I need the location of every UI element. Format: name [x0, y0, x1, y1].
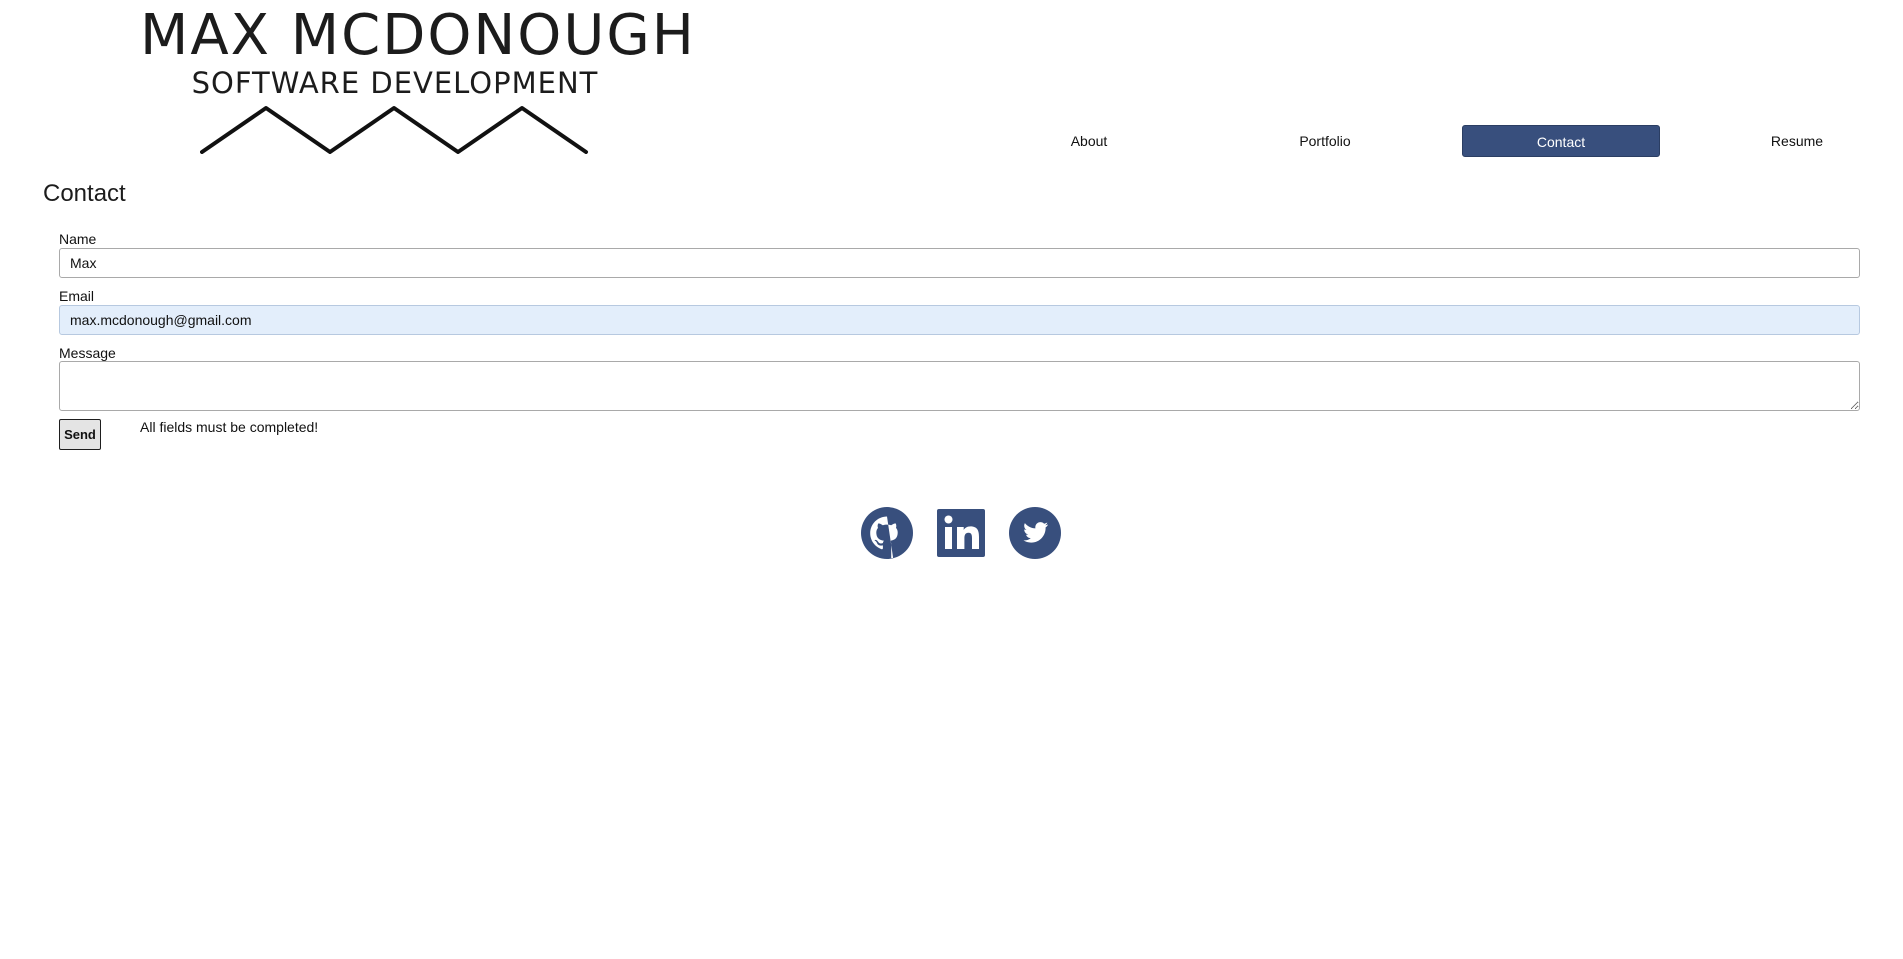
linkedin-icon	[937, 509, 985, 557]
nav-item-about[interactable]: About	[990, 125, 1188, 157]
linkedin-link[interactable]	[935, 507, 987, 559]
send-button[interactable]: Send	[59, 419, 101, 450]
page-title: Contact	[43, 180, 126, 207]
nav-item-resume[interactable]: Resume	[1698, 125, 1896, 157]
main-nav: About Portfolio Contact Resume	[990, 125, 1890, 157]
message-field[interactable]	[59, 361, 1860, 411]
twitter-link[interactable]	[1009, 507, 1061, 559]
github-link[interactable]	[861, 507, 913, 559]
email-field[interactable]	[59, 305, 1860, 335]
nav-item-contact[interactable]: Contact	[1462, 125, 1660, 157]
site-logo[interactable]: MAX MCDONOUGH SOFTWARE DEVELOPMENT	[140, 3, 696, 154]
twitter-icon	[1009, 507, 1061, 559]
site-subtitle: SOFTWARE DEVELOPMENT	[191, 66, 599, 100]
nav-item-portfolio[interactable]: Portfolio	[1226, 125, 1424, 157]
site-title: MAX MCDONOUGH	[140, 3, 696, 68]
message-label: Message	[59, 345, 116, 361]
zigzag-logo-icon	[200, 106, 588, 154]
page: MAX MCDONOUGH SOFTWARE DEVELOPMENT About…	[0, 0, 1903, 959]
validation-message: All fields must be completed!	[140, 419, 319, 435]
email-label: Email	[59, 288, 95, 304]
name-label: Name	[59, 231, 97, 247]
name-field[interactable]	[59, 248, 1860, 278]
github-icon	[861, 507, 913, 559]
